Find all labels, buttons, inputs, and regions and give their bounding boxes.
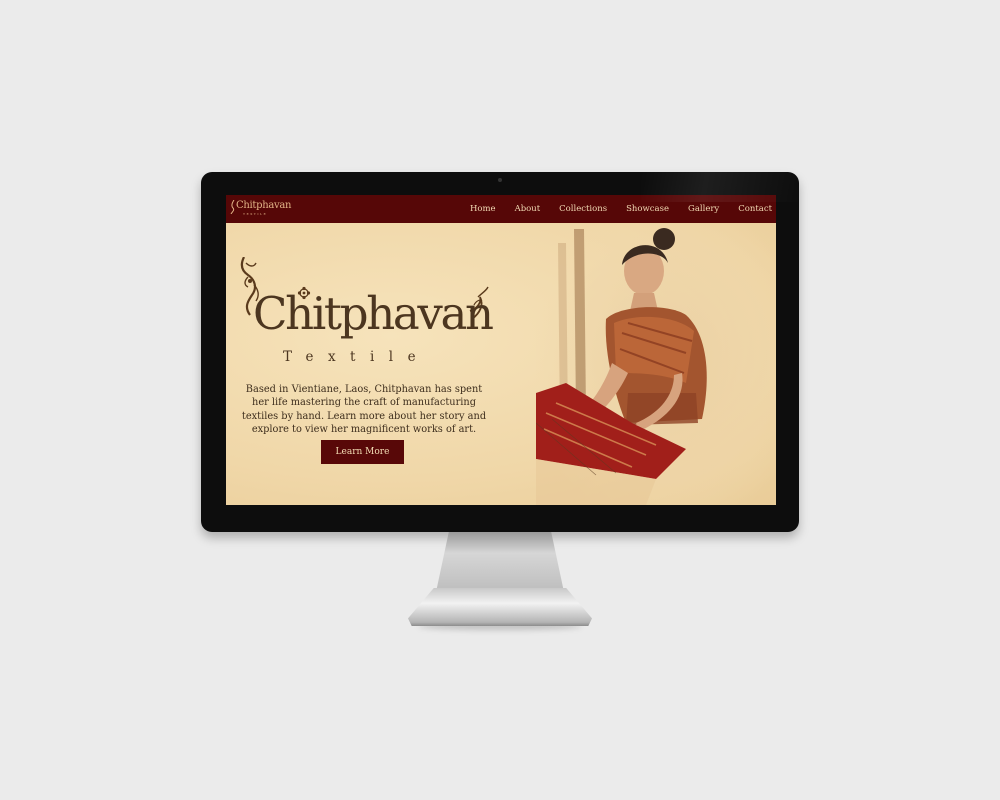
weaver-painting [536,223,776,505]
nav-logo-subtitle: TEXTILE [243,212,268,216]
nav-links: Home About Collections Showcase Gallery … [451,195,772,223]
hero-description: Based in Vientiane, Laos, Chitphavan has… [241,383,487,436]
learn-more-button[interactable]: Learn More [321,440,404,464]
hero-section: Chitphavan Textile Based in Vientiane, L… [226,223,776,505]
brand-subtitle: Textile [283,349,431,365]
nav-showcase-link[interactable]: Showcase [626,204,669,214]
nav-gallery-link[interactable]: Gallery [688,204,719,214]
camera-dot [498,178,502,182]
website-screen: Chitphavan TEXTILE Home About Collection… [226,195,776,505]
nav-home-link[interactable]: Home [470,204,496,214]
nav-about-link[interactable]: About [515,204,541,214]
navbar: Chitphavan TEXTILE Home About Collection… [226,195,776,223]
monitor-frame: Chitphavan TEXTILE Home About Collection… [201,172,801,532]
nav-logo[interactable]: Chitphavan TEXTILE [230,200,291,218]
brand-logo: Chitphavan Textile [236,257,496,369]
nav-contact-link[interactable]: Contact [738,204,772,214]
monitor-stand-base [408,588,592,626]
monitor-stand-neck [436,532,564,592]
nav-logo-text: Chitphavan [236,200,292,211]
brand-name: Chitphavan [253,287,494,340]
nav-collections-link[interactable]: Collections [559,204,607,214]
